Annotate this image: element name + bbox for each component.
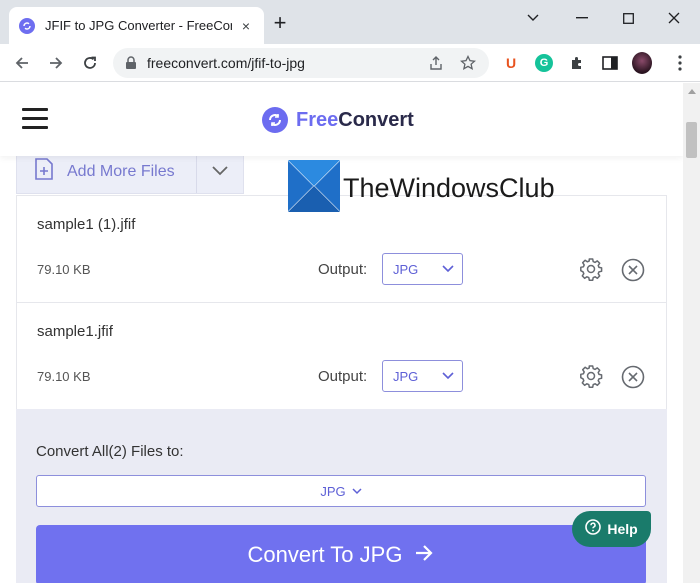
file-size: 79.10 KB xyxy=(37,262,91,277)
file-row: sample1.jfif 79.10 KB Output: JPG xyxy=(17,303,666,410)
add-more-files-button[interactable]: Add More Files xyxy=(17,150,197,193)
freeconvert-logo[interactable]: FreeConvert xyxy=(262,107,414,133)
chevron-down-icon xyxy=(352,482,362,500)
browser-toolbar: freeconvert.com/jfif-to-jpg U G xyxy=(0,44,700,82)
new-tab-button[interactable]: + xyxy=(270,12,290,34)
convert-all-panel: Convert All(2) Files to: JPG Convert To … xyxy=(16,409,667,583)
gear-icon[interactable] xyxy=(579,257,603,286)
page-scrollbar[interactable] xyxy=(683,83,700,583)
sidepanel-icon[interactable] xyxy=(600,53,620,73)
maximize-icon[interactable] xyxy=(616,8,640,28)
avatar-image xyxy=(632,52,652,74)
reload-icon[interactable] xyxy=(80,53,100,73)
convert-button-label: Convert To JPG xyxy=(247,542,403,567)
output-format-value: JPG xyxy=(393,368,419,384)
output-format-select[interactable]: JPG xyxy=(382,360,463,392)
scroll-up-arrow-icon[interactable] xyxy=(688,89,696,94)
convert-button[interactable]: Convert To JPG xyxy=(36,525,646,583)
file-name: sample1.jfif xyxy=(37,323,113,340)
window-close-icon[interactable] xyxy=(662,8,686,28)
more-icon[interactable] xyxy=(670,53,690,73)
convert-all-format-select[interactable]: JPG xyxy=(36,475,646,507)
star-icon[interactable] xyxy=(459,54,477,72)
output-label: Output: xyxy=(318,261,368,278)
grammarly-icon[interactable]: G xyxy=(534,53,554,73)
chevron-down-icon xyxy=(442,260,454,278)
help-label: Help xyxy=(607,521,638,537)
share-icon[interactable] xyxy=(427,54,445,72)
arrow-right-icon xyxy=(414,544,434,567)
help-icon xyxy=(585,518,602,540)
extension-u-label: U xyxy=(505,55,517,71)
file-size: 79.10 KB xyxy=(37,369,91,384)
close-icon[interactable] xyxy=(621,258,645,287)
chevron-down-icon xyxy=(442,367,454,385)
file-name: sample1 (1).jfif xyxy=(37,216,136,233)
thewindowsclub-watermark: TheWindowsClub xyxy=(287,159,555,217)
tab-search-icon[interactable] xyxy=(521,8,545,28)
forward-icon[interactable] xyxy=(46,53,66,73)
help-button[interactable]: Help xyxy=(572,511,651,547)
back-icon[interactable] xyxy=(12,53,32,73)
minimize-icon[interactable] xyxy=(570,8,594,28)
output-format-value: JPG xyxy=(393,261,419,277)
output-label: Output: xyxy=(318,368,368,385)
logo-text: FreeConvert xyxy=(296,109,414,132)
logo-convert: Convert xyxy=(338,108,414,131)
profile-avatar[interactable] xyxy=(632,52,652,74)
file-list: sample1 (1).jfif 79.10 KB Output: JPG sa… xyxy=(16,195,667,411)
add-more-files-label: Add More Files xyxy=(67,162,175,180)
browser-tab[interactable]: JFIF to JPG Converter - FreeConvert × xyxy=(9,7,264,44)
browser-titlebar: JFIF to JPG Converter - FreeConvert × + xyxy=(0,0,700,44)
page-content: FreeConvert Add More Files TheWindowsClu… xyxy=(0,83,683,583)
close-icon[interactable] xyxy=(621,365,645,394)
grammarly-badge: G xyxy=(535,54,553,72)
puzzle-icon[interactable] xyxy=(567,53,587,73)
add-file-icon xyxy=(35,158,53,185)
gear-icon[interactable] xyxy=(579,364,603,393)
scrollbar-thumb[interactable] xyxy=(686,122,697,158)
convert-all-format-value: JPG xyxy=(320,483,346,499)
watermark-text: TheWindowsClub xyxy=(343,173,555,203)
chevron-down-icon xyxy=(212,163,228,181)
logo-refresh-icon xyxy=(262,107,288,133)
address-bar[interactable]: freeconvert.com/jfif-to-jpg xyxy=(113,48,489,78)
lock-icon[interactable] xyxy=(125,56,137,75)
site-header: FreeConvert xyxy=(0,83,683,156)
logo-free: Free xyxy=(296,108,339,131)
menu-icon[interactable] xyxy=(22,108,48,130)
add-files-dropdown[interactable] xyxy=(197,163,243,181)
tab-title: JFIF to JPG Converter - FreeConvert xyxy=(45,18,232,33)
url-text[interactable]: freeconvert.com/jfif-to-jpg xyxy=(147,55,305,71)
convert-all-label: Convert All(2) Files to: xyxy=(36,443,184,460)
extension-u-icon[interactable]: U xyxy=(501,53,521,73)
freeconvert-favicon-icon xyxy=(19,17,35,34)
output-format-select[interactable]: JPG xyxy=(382,253,463,285)
windows-logo-icon xyxy=(287,159,341,217)
tab-close-icon[interactable]: × xyxy=(238,18,254,34)
extension-g-label: G xyxy=(539,57,549,69)
